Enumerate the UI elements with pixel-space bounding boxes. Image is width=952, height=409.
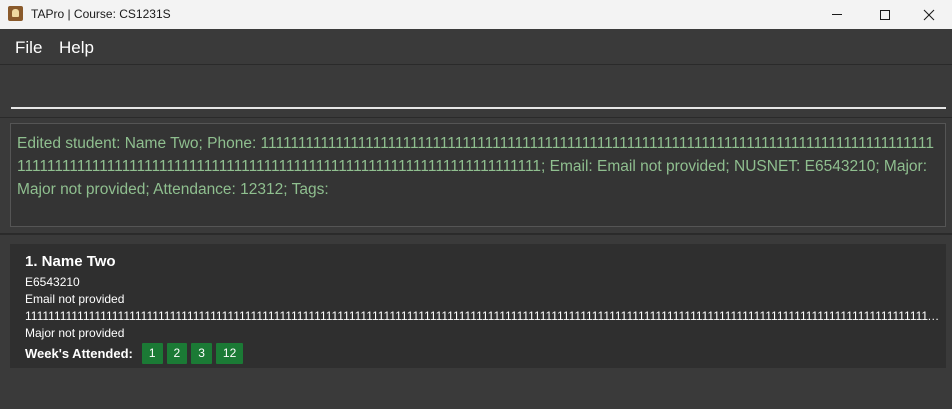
result-display-container: Edited student: Name Two; Phone: 1111111… — [0, 117, 952, 234]
person-major: Major not provided — [25, 326, 125, 340]
close-button[interactable] — [906, 0, 952, 29]
person-name: 1. Name Two — [25, 253, 116, 270]
window-title: TAPro | Course: CS1231S — [31, 7, 171, 21]
command-input[interactable] — [11, 71, 946, 109]
minimize-button[interactable] — [814, 0, 860, 29]
menu-file[interactable]: File — [15, 38, 42, 58]
person-phone: 1111111111111111111111111111111111111111… — [25, 309, 940, 323]
command-box — [0, 65, 952, 117]
title-bar: TAPro | Course: CS1231S — [0, 0, 952, 29]
maximize-icon — [880, 9, 890, 20]
maximize-button[interactable] — [862, 0, 908, 29]
minimize-icon — [832, 14, 842, 15]
result-message: Edited student: Name Two; Phone: 1111111… — [17, 135, 935, 198]
person-nusnet: E6543210 — [25, 275, 80, 289]
app-icon — [8, 6, 23, 21]
person-list[interactable]: 1. Name Two E6543210 Email not provided … — [0, 235, 952, 409]
result-display[interactable]: Edited student: Name Two; Phone: 1111111… — [10, 123, 946, 227]
weeks-attended: Week's Attended: 1 2 3 12 — [25, 343, 247, 364]
week-tag: 3 — [191, 343, 212, 364]
weeks-attended-label: Week's Attended: — [25, 346, 133, 361]
close-icon — [923, 9, 935, 20]
menu-bar: File Help — [0, 29, 952, 65]
week-tag: 2 — [166, 343, 188, 364]
week-tag: 12 — [215, 343, 244, 364]
person-card[interactable]: 1. Name Two E6543210 Email not provided … — [10, 244, 946, 368]
menu-help[interactable]: Help — [59, 38, 94, 58]
week-tag: 1 — [141, 343, 163, 364]
person-email: Email not provided — [25, 292, 125, 306]
